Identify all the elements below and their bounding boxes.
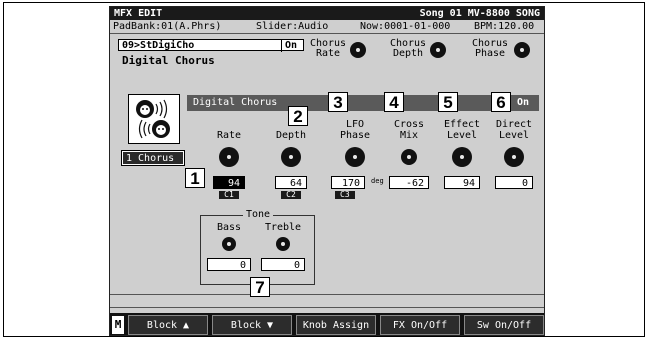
param-value[interactable]: 94 [444, 176, 480, 189]
callout-4: 4 [384, 92, 404, 112]
patch-name: Digital Chorus [122, 54, 215, 67]
knob-icon [514, 42, 530, 58]
knob-icon [430, 42, 446, 58]
knob-tag: C1 [219, 191, 239, 199]
param-rate[interactable]: Rate 94 C1 [207, 119, 251, 200]
chorus-faces-icon [136, 99, 170, 139]
param-label: LFO Phase [339, 119, 371, 141]
param-value[interactable]: 94 [213, 176, 245, 189]
param-value[interactable]: 0 [261, 258, 305, 271]
param-label: Direct Level [495, 119, 533, 141]
callout-1: 1 [185, 168, 205, 188]
callout-3: 3 [328, 92, 348, 112]
menu-indicator[interactable]: M [112, 316, 124, 334]
param-direct-level[interactable]: Direct Level 0 [491, 119, 537, 189]
padbank-status: PadBank:01(A.Phrs) [113, 21, 222, 32]
knob-tag: C2 [281, 191, 301, 199]
param-treble[interactable]: Treble 0 [261, 222, 305, 271]
chorus-depth-label: Chorus Depth [389, 38, 427, 59]
block-chorus-button[interactable]: 1 Chorus [121, 150, 185, 166]
knob-icon [345, 147, 365, 167]
effect-icon [128, 94, 180, 144]
sw-on-off-button[interactable]: Sw On/Off [464, 315, 544, 335]
status-bar: PadBank:01(A.Phrs) Slider:Audio Now:0001… [110, 21, 544, 34]
now-position: Now:0001-01-000 [360, 21, 451, 32]
tone-title: Tone [243, 209, 274, 221]
knob-assign-button[interactable]: Knob Assign [296, 315, 376, 335]
slider-status: Slider:Audio [256, 21, 329, 32]
chorus-phase-label: Chorus Phase [471, 38, 509, 59]
knob-icon [219, 147, 239, 167]
panel-switch[interactable]: On [517, 95, 529, 111]
param-label: Cross Mix [393, 119, 425, 141]
param-value[interactable]: 0 [495, 176, 533, 189]
window-title: MFX EDIT [114, 8, 163, 19]
param-value[interactable]: -62 [389, 176, 429, 189]
knob-icon [401, 149, 417, 165]
callout-5: 5 [438, 92, 458, 112]
chorus-rate-label: Chorus Rate [309, 38, 347, 59]
param-value[interactable]: 170 [331, 176, 365, 189]
block-down-button[interactable]: Block ▼ [212, 315, 292, 335]
param-label: Treble [264, 222, 302, 233]
param-cross-mix[interactable]: Cross Mix -62 [385, 119, 433, 189]
knob-icon [350, 42, 366, 58]
callout-6: 6 [491, 92, 511, 112]
knob-icon [276, 237, 290, 251]
knob-icon [504, 147, 524, 167]
patch-number-name: 09>StDigiCho [122, 40, 195, 51]
param-unit: deg [371, 177, 384, 185]
param-bass[interactable]: Bass 0 [207, 222, 251, 271]
param-depth[interactable]: Depth 64 C2 [269, 119, 313, 200]
fx-on-off-button[interactable]: FX On/Off [380, 315, 460, 335]
title-bar: MFX EDIT Song 01 MV-8800 SONG [110, 7, 544, 20]
function-bar: M Block ▲ Block ▼ Knob Assign FX On/Off … [110, 313, 544, 335]
message-bar [110, 294, 544, 308]
knob-icon [281, 147, 301, 167]
param-value[interactable]: 0 [207, 258, 251, 271]
tone-section: Tone Bass 0 Treble 0 [200, 209, 315, 285]
param-label: Rate [216, 130, 242, 141]
patch-switch[interactable]: On [281, 40, 297, 52]
panel-title: Digital Chorus [193, 97, 278, 108]
callout-7: 7 [250, 277, 270, 297]
callout-2: 2 [288, 106, 308, 126]
mfx-edit-screen: MFX EDIT Song 01 MV-8800 SONG PadBank:01… [109, 6, 545, 336]
knob-icon [452, 147, 472, 167]
param-effect-level[interactable]: Effect Level 94 [439, 119, 485, 189]
patch-selector[interactable]: 09>StDigiCho On [118, 39, 304, 52]
bpm-status: BPM:120.00 [474, 21, 535, 32]
param-value[interactable]: 64 [275, 176, 307, 189]
song-title: Song 01 MV-8800 SONG [419, 8, 540, 19]
knob-tag: C3 [335, 191, 355, 199]
param-label: Effect Level [443, 119, 481, 141]
knob-icon [222, 237, 236, 251]
param-label: Bass [216, 222, 242, 233]
param-lfo-phase[interactable]: LFO Phase 170 deg C3 [327, 119, 384, 200]
panel-header: Digital Chorus On [187, 95, 539, 111]
block-up-button[interactable]: Block ▲ [128, 315, 208, 335]
